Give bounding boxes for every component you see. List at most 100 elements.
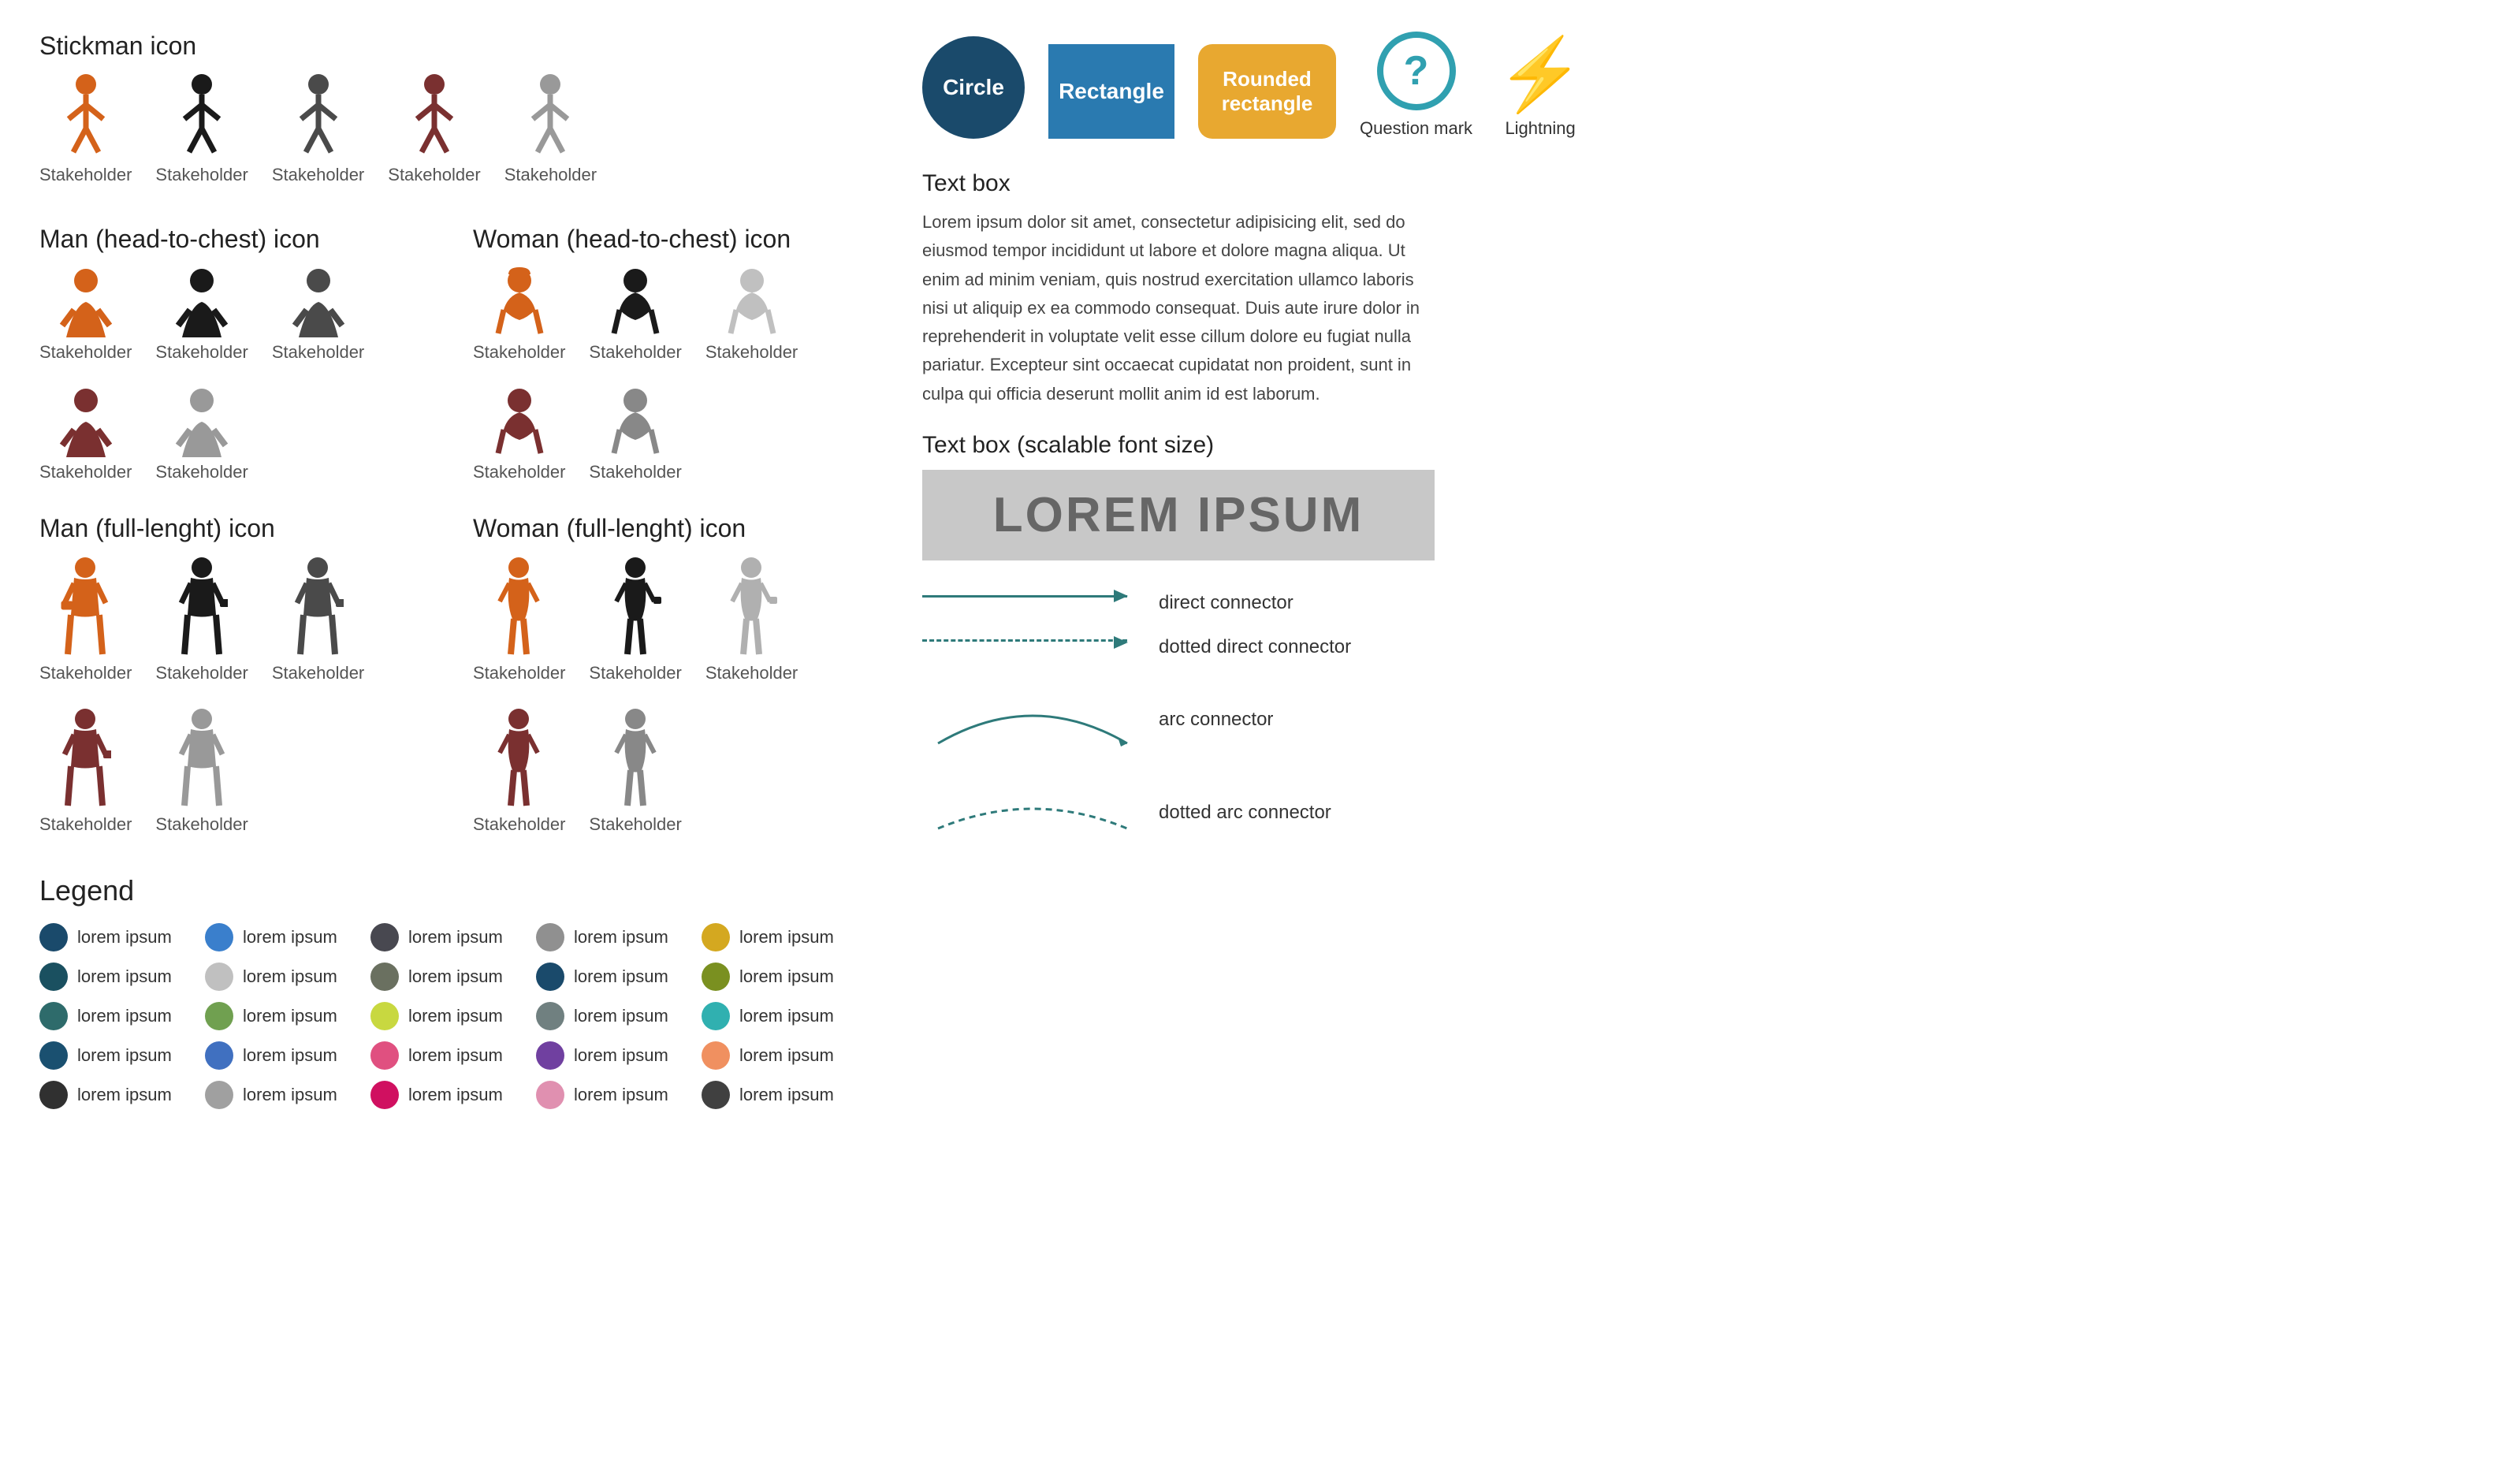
legend-dot xyxy=(39,963,68,991)
connector-section: direct connector dotted direct connector… xyxy=(922,592,2481,844)
woman-full-black-icon xyxy=(610,556,661,658)
dotted-connector-row: dotted direct connector xyxy=(922,636,2481,658)
legend-text: lorem ipsum xyxy=(243,1006,337,1026)
man-full-black-label: Stakeholder xyxy=(155,663,248,683)
scalable-textbox: LOREM IPSUM xyxy=(922,470,1435,560)
scalable-section: Text box (scalable font size) LOREM IPSU… xyxy=(922,432,2481,560)
woman-full-darkgray2-label: Stakeholder xyxy=(589,814,681,835)
legend-text: lorem ipsum xyxy=(574,1045,668,1066)
man-full-black-icon xyxy=(177,556,228,658)
list-item: Stakeholder xyxy=(388,73,480,185)
legend-text: lorem ipsum xyxy=(77,927,172,948)
man-full-darkred-icon xyxy=(60,707,111,810)
lightning-label: Lightning xyxy=(1505,118,1575,139)
legend-dot xyxy=(702,1081,730,1109)
list-item: lorem ipsum xyxy=(702,1002,859,1030)
man-full-darkgray-icon xyxy=(292,556,344,658)
arc-svg xyxy=(922,680,1143,759)
list-item: lorem ipsum xyxy=(702,1081,859,1109)
woman-bust-gray-icon xyxy=(608,386,663,457)
arc-connector-row: arc connector xyxy=(922,680,2481,759)
list-item: lorem ipsum xyxy=(370,1002,528,1030)
woman-bust-darkgray-icon xyxy=(724,266,780,337)
list-item: Stakeholder xyxy=(473,266,565,363)
legend-dot xyxy=(536,963,564,991)
list-item: Stakeholder xyxy=(272,266,364,363)
woman-bust-darkgray-label: Stakeholder xyxy=(705,342,798,363)
legend-title: Legend xyxy=(39,874,859,907)
legend-dot xyxy=(205,1041,233,1070)
woman-full-darkgray2-icon xyxy=(610,707,661,810)
man-bust-orange-icon xyxy=(58,266,114,337)
man-bust-row: Stakeholder Stakeholder xyxy=(39,266,426,482)
legend-dot xyxy=(536,1002,564,1030)
list-item: Stakeholder xyxy=(473,556,565,683)
textbox-title: Text box xyxy=(922,170,2481,197)
legend-dot xyxy=(370,1041,399,1070)
direct-connector-label: direct connector xyxy=(1159,592,1294,614)
legend-dot xyxy=(536,923,564,951)
list-item: lorem ipsum xyxy=(205,1041,363,1070)
legend-dot xyxy=(39,1081,68,1109)
woman-bust-darkred-label: Stakeholder xyxy=(473,462,565,482)
legend-dot xyxy=(702,923,730,951)
legend-dot xyxy=(702,1002,730,1030)
legend-dot xyxy=(370,1002,399,1030)
list-item: Stakeholder xyxy=(589,386,681,482)
legend-dot xyxy=(370,963,399,991)
stickman-gray-icon xyxy=(527,73,574,160)
list-item: lorem ipsum xyxy=(370,1041,528,1070)
woman-full-gray-icon xyxy=(726,556,777,658)
woman-bust-section: Woman (head-to-chest) icon Stakeholder xyxy=(473,225,859,482)
woman-full-orange-icon xyxy=(493,556,545,658)
legend-text: lorem ipsum xyxy=(408,927,503,948)
man-bust-darkred-icon xyxy=(58,386,114,457)
legend-text: lorem ipsum xyxy=(574,1085,668,1105)
man-full-darkred-label: Stakeholder xyxy=(39,814,132,835)
stickman-black-icon xyxy=(178,73,225,160)
man-full-title: Man (full-lenght) icon xyxy=(39,514,426,543)
list-item: lorem ipsum xyxy=(39,1002,197,1030)
woman-bust-row: Stakeholder Stakeholder xyxy=(473,266,859,482)
question-mark-item: ? Question mark xyxy=(1360,32,1472,139)
legend-text: lorem ipsum xyxy=(243,1045,337,1066)
list-item: Stakeholder xyxy=(272,556,364,683)
list-item: Stakeholder xyxy=(589,556,681,683)
bust-sections: Man (head-to-chest) icon Stakeholder xyxy=(39,225,859,482)
woman-full-row: Stakeholder Stakehol xyxy=(473,556,859,835)
woman-bust-black-label: Stakeholder xyxy=(589,342,681,363)
list-item: Stakeholder xyxy=(39,556,132,683)
list-item: Stakeholder xyxy=(473,386,565,482)
man-full-gray-label: Stakeholder xyxy=(155,814,248,835)
legend-text: lorem ipsum xyxy=(77,1045,172,1066)
legend-text: lorem ipsum xyxy=(739,1085,834,1105)
list-item: lorem ipsum xyxy=(702,923,859,951)
legend-text: lorem ipsum xyxy=(77,1006,172,1026)
arc-connector-label: arc connector xyxy=(1159,709,1273,731)
legend-text: lorem ipsum xyxy=(408,966,503,987)
list-item: Stakeholder xyxy=(155,386,248,482)
legend-text: lorem ipsum xyxy=(77,966,172,987)
woman-full-darkred-label: Stakeholder xyxy=(473,814,565,835)
dotted-arc-row: dotted arc connector xyxy=(922,781,2481,844)
list-item: Stakeholder xyxy=(39,707,132,835)
woman-bust-orange-icon xyxy=(492,266,547,337)
list-item: lorem ipsum xyxy=(370,963,528,991)
list-item: lorem ipsum xyxy=(536,1041,694,1070)
man-bust-gray-label: Stakeholder xyxy=(155,462,248,482)
scalable-title: Text box (scalable font size) xyxy=(922,432,2481,459)
list-item: lorem ipsum xyxy=(205,963,363,991)
direct-line xyxy=(922,595,1127,598)
stickman-darkred-label: Stakeholder xyxy=(388,165,480,185)
legend-text: lorem ipsum xyxy=(574,927,668,948)
rectangle-item: Rectangle xyxy=(1048,44,1174,139)
legend-text: lorem ipsum xyxy=(739,1045,834,1066)
dotted-arc-connector-label: dotted arc connector xyxy=(1159,802,1331,824)
right-panel: Circle Rectangle Rounded rectangle ? Que… xyxy=(906,32,2481,1450)
man-bust-darkgray-icon xyxy=(291,266,346,337)
list-item: lorem ipsum xyxy=(370,923,528,951)
list-item: Stakeholder xyxy=(155,556,248,683)
legend-section: Legend lorem ipsum lorem ipsum lorem ips… xyxy=(39,874,859,1109)
list-item: lorem ipsum xyxy=(702,1041,859,1070)
legend-text: lorem ipsum xyxy=(408,1085,503,1105)
